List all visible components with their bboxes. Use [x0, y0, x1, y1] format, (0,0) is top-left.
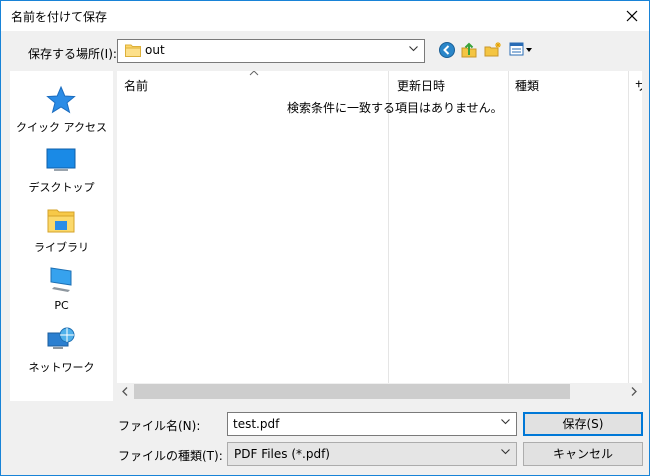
computer-icon — [50, 267, 72, 292]
column-header-name[interactable]: 名前 — [124, 77, 148, 94]
chevron-down-icon[interactable] — [501, 419, 510, 425]
column-header-size[interactable]: サ — [635, 77, 642, 94]
save-button[interactable]: 保存(S) — [523, 412, 643, 436]
column-header-type[interactable]: 種類 — [515, 77, 539, 94]
place-label: ネットワーク — [28, 361, 95, 374]
cancel-button[interactable]: キャンセル — [523, 442, 643, 466]
filename-label: ファイル名(N): — [118, 419, 201, 433]
place-library[interactable]: ライブラリ — [10, 201, 113, 257]
place-network[interactable]: ネットワーク — [10, 321, 113, 377]
chevron-down-icon — [409, 46, 418, 52]
save-location-dropdown[interactable]: out — [117, 39, 425, 63]
column-header-modified[interactable]: 更新日時 — [397, 77, 445, 94]
back-icon[interactable] — [438, 41, 456, 59]
star-icon — [46, 85, 76, 114]
save-location-label: 保存する場所(I): — [28, 47, 117, 61]
column-divider[interactable] — [508, 71, 509, 383]
column-divider[interactable] — [388, 71, 389, 383]
place-quick-access[interactable]: クイック アクセス — [10, 81, 113, 137]
up-folder-icon[interactable] — [460, 41, 478, 59]
filetype-dropdown[interactable]: PDF Files (*.pdf) — [227, 442, 517, 466]
scroll-right-icon[interactable] — [631, 387, 637, 396]
chevron-down-icon — [501, 449, 510, 455]
new-folder-icon[interactable] — [484, 41, 502, 59]
place-pc[interactable]: PC — [10, 261, 113, 317]
file-list[interactable]: 名前 更新日時 種類 サ 検索条件に一致する項目はありません。 — [117, 71, 642, 401]
filetype-label: ファイルの種類(T): — [118, 449, 223, 463]
folder-icon — [125, 44, 141, 57]
place-desktop[interactable]: デスクトップ — [10, 141, 113, 197]
save-location-value: out — [145, 43, 165, 57]
place-label: クイック アクセス — [16, 121, 107, 134]
scrollbar-thumb[interactable] — [134, 384, 570, 399]
column-divider[interactable] — [628, 71, 629, 383]
dialog-title: 名前を付けて保存 — [11, 10, 108, 24]
library-icon — [47, 209, 75, 233]
scroll-left-icon[interactable] — [122, 387, 128, 396]
place-label: デスクトップ — [28, 181, 95, 194]
desktop-icon — [46, 148, 76, 171]
save-as-dialog: 名前を付けて保存 保存する場所(I): out クイック アクセス デスクトップ… — [0, 0, 650, 476]
horizontal-scrollbar[interactable] — [117, 383, 642, 401]
title-bar: 名前を付けて保存 — [1, 1, 649, 31]
sort-ascending-icon — [249, 71, 259, 76]
close-button[interactable] — [615, 1, 649, 31]
network-icon — [47, 327, 75, 349]
place-label: ライブラリ — [34, 241, 89, 254]
filename-field[interactable] — [228, 413, 495, 435]
place-label: PC — [54, 299, 69, 312]
empty-message: 検索条件に一致する項目はありません。 — [287, 101, 503, 115]
view-menu-icon[interactable] — [509, 41, 535, 59]
places-bar: クイック アクセス デスクトップ ライブラリ PC ネットワーク — [10, 71, 113, 401]
filename-combobox[interactable] — [227, 412, 517, 436]
close-icon — [626, 10, 638, 22]
filetype-value: PDF Files (*.pdf) — [234, 447, 330, 461]
